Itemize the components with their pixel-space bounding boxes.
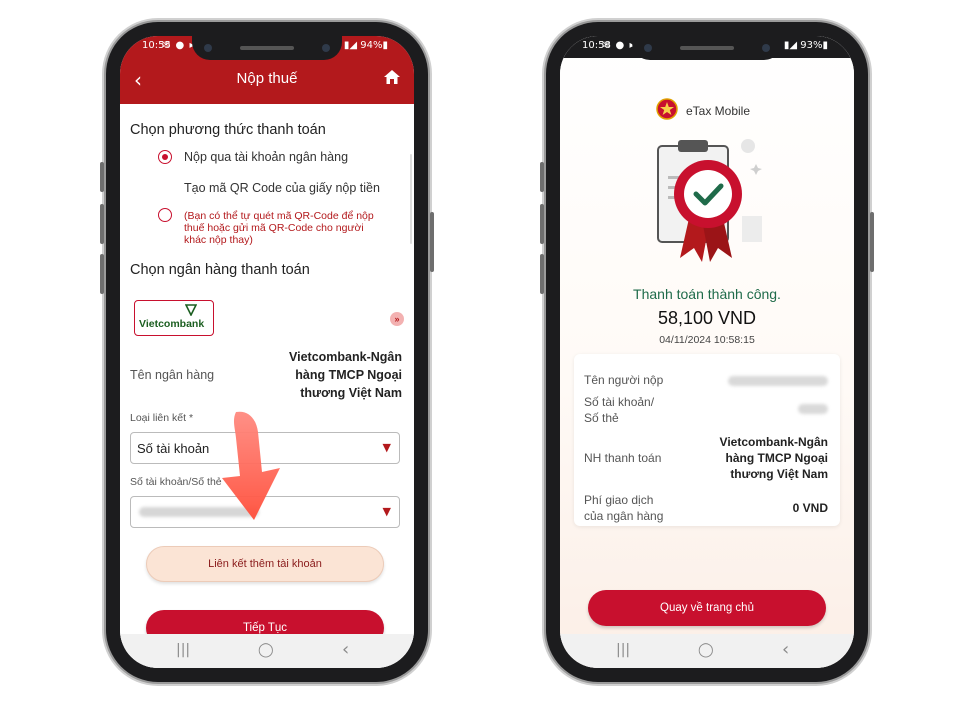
vietcombank-logo-text: Vietcombank bbox=[139, 318, 205, 330]
payer-name-redacted bbox=[728, 376, 828, 386]
account-number-label: Số tài khoản/Số thẻ bbox=[130, 476, 222, 488]
recent-apps-icon[interactable]: ||| bbox=[176, 642, 190, 658]
camera-notch bbox=[192, 36, 342, 60]
account-label-line1: Số tài khoản/ bbox=[584, 395, 655, 409]
fee-value: 0 VND bbox=[792, 501, 828, 515]
option-bank-account-label: Nộp qua tài khoản ngân hàng bbox=[184, 150, 349, 164]
volume-button bbox=[540, 162, 544, 192]
payment-form: Chọn phương thức thanh toán Nộp qua tài … bbox=[120, 104, 414, 668]
radio-bank-account[interactable] bbox=[158, 150, 172, 164]
status-icons: ✉ ● ▸ bbox=[162, 40, 196, 51]
recent-apps-icon[interactable]: ||| bbox=[616, 642, 630, 658]
phone-right: 10:58 ✉ ● ▸ ▮◢ 93%▮ 10:58 ✉ ● ▸ ▮◢ 93%▮ … bbox=[540, 22, 874, 682]
link-type-label: Loại liên kết * bbox=[130, 412, 194, 424]
camera-icon bbox=[762, 44, 770, 52]
system-nav-bar: ||| ◯ ‹ bbox=[120, 634, 414, 668]
account-label-line2: Số thẻ bbox=[584, 411, 619, 425]
success-screen bbox=[560, 36, 854, 668]
volume-button bbox=[540, 204, 544, 244]
radio-qr-code[interactable] bbox=[158, 208, 172, 222]
chevron-down-icon: ▼ bbox=[382, 441, 391, 454]
speaker-grille bbox=[680, 46, 734, 50]
payer-name-label: Tên người nộp bbox=[584, 373, 664, 387]
page-title: Nộp thuế bbox=[236, 70, 298, 87]
bank-label: NH thanh toán bbox=[584, 451, 662, 465]
link-type-value: Số tài khoản bbox=[137, 441, 210, 456]
success-badge-icon bbox=[657, 139, 762, 262]
home-nav-icon[interactable]: ◯ bbox=[698, 642, 714, 658]
battery-indicator: ▮◢ 93%▮ bbox=[783, 40, 828, 51]
account-number-redacted bbox=[798, 404, 828, 414]
back-nav-icon[interactable]: ‹ bbox=[782, 639, 789, 660]
volume-button bbox=[540, 254, 544, 294]
bank-heading: Chọn ngân hàng thanh toán bbox=[130, 262, 310, 278]
scrollbar[interactable] bbox=[410, 154, 412, 244]
chevron-down-icon: ▼ bbox=[382, 505, 391, 518]
fee-label-line1: Phí giao dịch bbox=[584, 493, 654, 507]
status-icons: ✉ ● ▸ bbox=[602, 40, 636, 51]
success-message: Thanh toán thành công. bbox=[633, 286, 781, 302]
home-icon[interactable] bbox=[384, 70, 400, 84]
volume-button bbox=[100, 254, 104, 294]
scroll-right-icon[interactable]: » bbox=[390, 312, 404, 326]
brand-name: eTax Mobile bbox=[685, 104, 751, 118]
battery-indicator: ▮◢ 94%▮ bbox=[343, 40, 388, 51]
system-nav-bar: ||| ◯ ‹ bbox=[560, 634, 854, 668]
fee-label-line2: của ngân hàng bbox=[584, 509, 664, 523]
home-nav-icon[interactable]: ◯ bbox=[258, 642, 274, 658]
bank-name-label: Tên ngân hàng bbox=[130, 368, 215, 382]
volume-button bbox=[100, 162, 104, 192]
transaction-details-card: Tên người nộp Số tài khoản/ Số thẻ NH th… bbox=[574, 354, 840, 526]
bank-name-value: Vietcombank-Ngân hàng TMCP Ngoại thương … bbox=[289, 350, 402, 400]
camera-icon bbox=[204, 44, 212, 52]
pointer-arrow-icon bbox=[222, 411, 280, 520]
payment-timestamp: 04/11/2024 10:58:15 bbox=[659, 334, 755, 346]
option-qr-code-label: Tạo mã QR Code của giấy nộp tiền bbox=[184, 181, 380, 195]
payment-method-heading: Chọn phương thức thanh toán bbox=[130, 122, 326, 138]
bank-value: Vietcombank-Ngân hàng TMCP Ngoại thương … bbox=[719, 435, 828, 481]
volume-button bbox=[100, 204, 104, 244]
power-button bbox=[870, 212, 874, 272]
back-nav-icon[interactable]: ‹ bbox=[342, 639, 349, 660]
stage: ‹ Nộp thuế 10:55 ✉ ● ▸ ▮◢ 94%▮ Chọn phươ… bbox=[0, 0, 972, 705]
camera-notch bbox=[632, 36, 782, 60]
camera-icon bbox=[322, 44, 330, 52]
payment-amount: 58,100 VND bbox=[657, 308, 757, 328]
vietcombank-mark-icon bbox=[185, 304, 197, 316]
back-to-home-button[interactable]: Quay về trang chủ bbox=[588, 590, 826, 626]
screen-right: 10:58 ✉ ● ▸ ▮◢ 93%▮ 10:58 ✉ ● ▸ ▮◢ 93%▮ … bbox=[560, 36, 854, 668]
option-qr-code-note: (Bạn có thể tự quét mã QR-Code để nộp th… bbox=[184, 210, 374, 246]
screen-left: ‹ Nộp thuế 10:55 ✉ ● ▸ ▮◢ 94%▮ Chọn phươ… bbox=[120, 36, 414, 668]
phone-left: ‹ Nộp thuế 10:55 ✉ ● ▸ ▮◢ 94%▮ Chọn phươ… bbox=[100, 22, 434, 682]
camera-icon bbox=[644, 44, 652, 52]
vietcombank-logo[interactable]: Vietcombank bbox=[134, 300, 214, 336]
link-more-account-button[interactable]: Liên kết thêm tài khoản bbox=[146, 546, 384, 582]
power-button bbox=[430, 212, 434, 272]
speaker-grille bbox=[240, 46, 294, 50]
